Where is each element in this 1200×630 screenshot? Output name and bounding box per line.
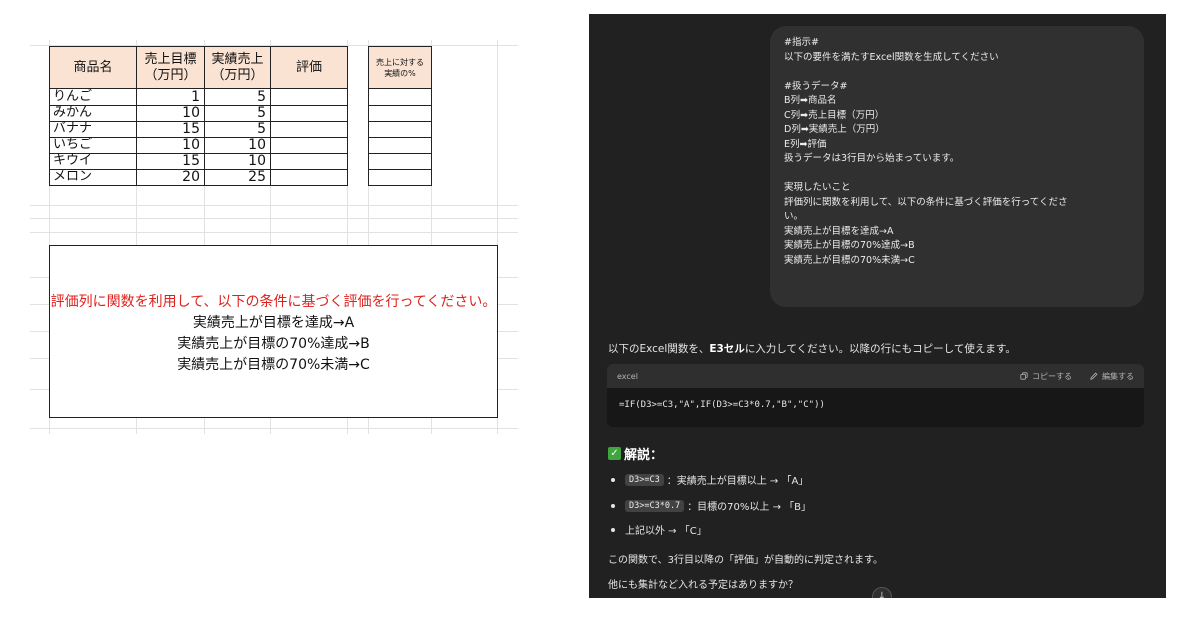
user-message-line: い。 [784, 211, 804, 222]
user-message-line: 実現したいこと [784, 182, 851, 193]
header-rating-label: 評価 [295, 59, 322, 75]
cell-product-name[interactable]: メロン [49, 169, 137, 186]
user-message-line: #指示# [784, 37, 819, 48]
cell-ratio[interactable] [368, 121, 432, 138]
cell-sales-target[interactable]: 10 [136, 105, 205, 122]
header-ratio-line2: 実績の% [384, 68, 416, 78]
user-message-line: 評価列に関数を利用して、以下の条件に基づく評価を行ってくださ [784, 196, 1068, 208]
bullet-dot [611, 477, 615, 482]
intro-text-post: に入力してください。以降の行にもコピーして使えます。 [744, 343, 1016, 355]
code-block-header: excel コピーする 編集する [607, 364, 1144, 388]
header-actual-sales-line1: 実績売上 [211, 51, 264, 67]
bullet-dot [611, 503, 615, 508]
bullet-text: ：目標の70%以上 → 「B」 [687, 502, 812, 513]
copy-button[interactable]: コピーする [1020, 371, 1072, 382]
cell-actual-sales[interactable]: 5 [204, 121, 271, 138]
cell-ratio[interactable] [368, 105, 432, 122]
cell-ratio[interactable] [368, 89, 432, 106]
cell-product-name[interactable]: いちご [49, 137, 137, 154]
user-message-line: 実績売上が目標の70%達成→B [784, 240, 915, 251]
user-message-line: 扱うデータは3行目から始まっています。 [784, 153, 960, 164]
cell-rating[interactable] [270, 89, 348, 106]
edit-icon [1090, 372, 1098, 380]
cell-actual-sales[interactable]: 10 [204, 137, 271, 154]
cell-sales-target[interactable]: 15 [136, 153, 205, 170]
header-product-name-label: 商品名 [73, 59, 113, 75]
copy-icon [1020, 372, 1028, 380]
condition-a-text: 実績売上が目標を達成→A [192, 315, 355, 331]
header-sales-target-line2: （万円） [144, 67, 197, 83]
arrow-down-icon: ↓ [877, 591, 887, 598]
header-sales-target[interactable]: 売上目標 （万円） [136, 46, 205, 89]
bullet-text: 上記以外 → 「C」 [625, 526, 707, 537]
user-message-line: #扱うデータ# [784, 80, 848, 92]
header-actual-sales-line2: （万円） [211, 67, 264, 83]
cell-sales-target[interactable]: 10 [136, 137, 205, 154]
cell-rating[interactable] [270, 105, 348, 122]
check-icon: ✓ [608, 447, 621, 460]
cell-sales-target[interactable]: 1 [136, 89, 205, 106]
cell-actual-sales[interactable]: 5 [204, 105, 271, 122]
intro-text-bold: E3セル [709, 343, 745, 355]
code-block: excel コピーする 編集する =IF(D3>=C3,"A",IF(D3>=C… [607, 364, 1144, 427]
list-item: 上記以外 → 「C」 [611, 522, 707, 537]
cell-actual-sales[interactable]: 25 [204, 169, 271, 186]
code-language-label: excel [617, 371, 638, 381]
edit-button[interactable]: 編集する [1090, 371, 1134, 382]
header-rating[interactable]: 評価 [270, 46, 348, 89]
user-message-line: B列➡商品名 [784, 95, 837, 106]
condition-b-text: 実績売上が目標の70%達成→B [177, 336, 370, 352]
header-ratio[interactable]: 売上に対する 実績の% [368, 46, 432, 89]
cell-sales-target[interactable]: 20 [136, 169, 205, 186]
cell-rating[interactable] [270, 137, 348, 154]
instruction-text: 評価列に関数を利用して、以下の条件に基づく評価を行ってください。 [50, 294, 497, 310]
edit-button-label: 編集する [1102, 371, 1134, 381]
user-message-line: 以下の要件を満たすExcel関数を生成してください [784, 51, 999, 63]
cell-product-name[interactable]: キウイ [49, 153, 137, 170]
cell-product-name[interactable]: りんご [49, 89, 137, 106]
list-item: D3>=C3*0.7 ：目標の70%以上 → 「B」 [611, 498, 811, 513]
user-message-line: 実績売上が目標の70%未満→C [784, 254, 915, 266]
assistant-intro: 以下のExcel関数を、E3セルに入力してください。以降の行にもコピーして使えま… [608, 341, 1016, 356]
instruction-textbox[interactable]: 評価列に関数を利用して、以下の条件に基づく評価を行ってください。 実績売上が目標… [49, 245, 498, 418]
inline-code: D3>=C3*0.7 [625, 499, 685, 512]
header-product-name[interactable]: 商品名 [49, 46, 137, 89]
cell-sales-target[interactable]: 15 [136, 121, 205, 138]
user-message-line [784, 65, 1130, 80]
scroll-down-button[interactable]: ↓ [872, 587, 892, 598]
summary-text: この関数で、3行目以降の「評価」が自動的に判定されます。 [608, 555, 883, 566]
explanation-title: 解説： [624, 448, 664, 463]
chat-panel: #指示# 以下の要件を満たすExcel関数を生成してください #扱うデータ# B… [589, 14, 1166, 598]
cell-rating[interactable] [270, 153, 348, 170]
header-actual-sales[interactable]: 実績売上 （万円） [204, 46, 271, 89]
cell-ratio[interactable] [368, 169, 432, 186]
bullet-dot [611, 527, 615, 532]
followup-question: 他にも集計など入れる予定はありますか？ [608, 580, 798, 591]
spreadsheet: 商品名 売上目標 （万円） 実績売上 （万円） 評価 売上に対する 実績の% り… [30, 40, 518, 434]
explanation-heading: ✓ 解説： [608, 444, 663, 463]
code-content[interactable]: =IF(D3>=C3,"A",IF(D3>=C3*0.7,"B","C")) [607, 388, 1144, 422]
cell-ratio[interactable] [368, 137, 432, 154]
cell-product-name[interactable]: みかん [49, 105, 137, 122]
copy-button-label: コピーする [1032, 371, 1072, 381]
user-message-line: C列➡売上目標（万円） [784, 109, 885, 121]
condition-c-text: 実績売上が目標の70%未満→C [177, 357, 370, 373]
cell-rating[interactable] [270, 121, 348, 138]
intro-text-pre: 以下のExcel関数を、 [608, 343, 710, 355]
cell-rating[interactable] [270, 169, 348, 186]
bullet-text: ：実績売上が目標以上 → 「A」 [666, 476, 809, 487]
user-message-line: 実績売上が目標を達成→A [784, 225, 894, 237]
header-sales-target-line1: 売上目標 [144, 51, 197, 67]
cell-product-name[interactable]: バナナ [49, 121, 137, 138]
cell-actual-sales[interactable]: 5 [204, 89, 271, 106]
cell-actual-sales[interactable]: 10 [204, 153, 271, 170]
cell-ratio[interactable] [368, 153, 432, 170]
user-message-line [784, 167, 1130, 182]
user-message-bubble: #指示# 以下の要件を満たすExcel関数を生成してください #扱うデータ# B… [770, 26, 1144, 307]
user-message-line: D列➡実績売上（万円） [784, 124, 885, 135]
header-ratio-line1: 売上に対する [376, 57, 424, 67]
user-message-line: E列➡評価 [784, 138, 827, 150]
inline-code: D3>=C3 [625, 473, 664, 486]
list-item: D3>=C3 ：実績売上が目標以上 → 「A」 [611, 472, 808, 487]
